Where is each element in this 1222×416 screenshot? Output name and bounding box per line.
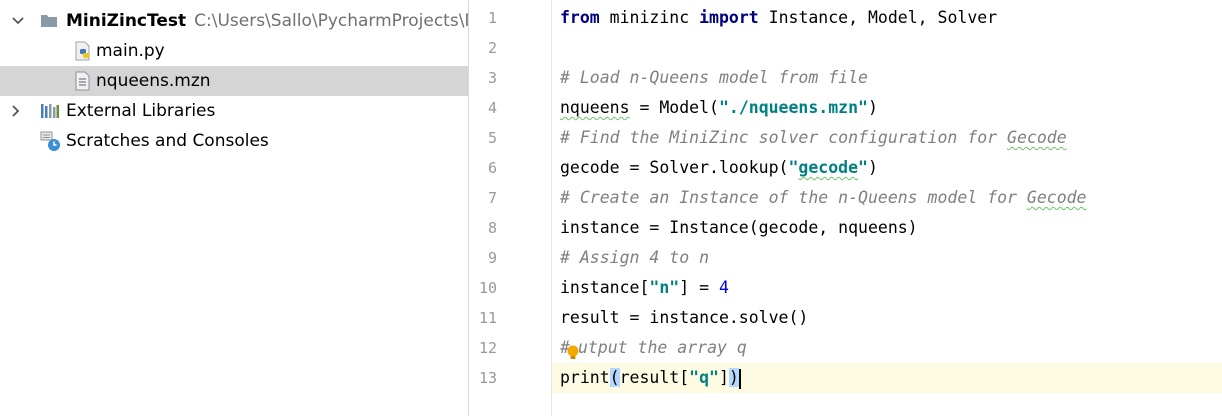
line-number: 10 — [478, 279, 497, 297]
python-file-icon — [74, 41, 92, 61]
line-number: 2 — [487, 39, 497, 57]
project-name: MiniZincTest — [66, 11, 187, 31]
code-token: " — [858, 158, 868, 177]
code-line[interactable]: instance["n"] = 4 — [560, 273, 1222, 303]
code-token: from — [560, 8, 600, 27]
code-editor[interactable]: 1 2 3 4 5 6 7 8 9 10 11 12 13 from minizinc import I… — [469, 0, 1222, 416]
line-number: 9 — [487, 249, 497, 267]
code-token: "n" — [649, 278, 680, 297]
code-line[interactable]: instance = Instance(gecode, nqueens) — [560, 213, 1222, 243]
tree-item-external-libraries[interactable]: External Libraries — [0, 96, 468, 126]
code-token: Instance, Model, Solver — [758, 8, 998, 27]
code-line[interactable]: # Load n-Queens model from file — [560, 63, 1222, 93]
line-number: 12 — [478, 339, 497, 357]
code-token: gecode — [798, 158, 859, 177]
code-token: import — [699, 8, 759, 27]
code-token: Gecode — [1007, 128, 1067, 147]
tree-item-label: Scratches and Consoles — [66, 131, 269, 151]
code-area[interactable]: from minizinc import Instance, Model, So… — [552, 0, 1222, 416]
line-number: 11 — [478, 309, 497, 327]
code-line[interactable]: # Assign 4 to n — [560, 243, 1222, 273]
tree-row-project-root[interactable]: MiniZincTest C:\Users\Sallo\PycharmProjec… — [0, 6, 468, 36]
line-number: 13 — [478, 369, 497, 387]
code-token: = Model( — [629, 98, 719, 117]
folder-icon — [40, 12, 58, 30]
library-icon — [40, 102, 59, 120]
code-line[interactable]: result = instance.solve() — [560, 303, 1222, 333]
tree-item-scratches-and-consoles[interactable]: Scratches and Consoles — [0, 126, 468, 156]
code-token: " — [788, 158, 799, 177]
code-line[interactable]: print(result["q"]) — [560, 363, 1222, 393]
project-root-label: MiniZincTest C:\Users\Sallo\PycharmProjec… — [66, 11, 469, 31]
code-token: # Find the MiniZinc solver configuration… — [560, 128, 1008, 147]
line-number: 5 — [487, 129, 497, 147]
text-file-icon — [74, 71, 92, 91]
code-token: ( — [609, 368, 620, 387]
line-number-gutter: 1 2 3 4 5 6 7 8 9 10 11 12 13 — [469, 0, 552, 416]
tree-item-nqueens-mzn[interactable]: nqueens.mzn — [0, 66, 468, 96]
tree-item-label: nqueens.mzn — [96, 71, 211, 91]
code-token: instance[ — [560, 278, 650, 297]
code-token: ] = — [679, 278, 719, 297]
text-caret — [738, 368, 741, 389]
project-path: C:\Users\Sallo\PycharmProjects\Mini — [194, 11, 469, 31]
project-tree-panel: MiniZincTest C:\Users\Sallo\PycharmProjec… — [0, 0, 469, 416]
code-token: # Assign 4 to n — [560, 248, 710, 267]
code-token: # Load n-Queens model from file — [560, 68, 868, 87]
line-number: 8 — [487, 219, 497, 237]
code-token: result[ — [619, 368, 690, 387]
code-token: Gecode — [1026, 188, 1087, 207]
code-token: "q" — [689, 368, 719, 387]
code-line[interactable]: # Find the MiniZinc solver configuration… — [560, 123, 1222, 153]
code-token: instance = Instance(gecode, nqueens) — [560, 218, 918, 237]
code-token: ] — [718, 368, 729, 387]
tree-item-label: main.py — [96, 41, 165, 61]
code-line[interactable] — [560, 33, 1222, 63]
code-token: result = instance.solve() — [560, 308, 809, 327]
code-token: # Create an Instance of the n-Queens mod… — [560, 188, 1027, 207]
code-token: nqueens — [560, 98, 630, 117]
code-token: gecode = Solver.lookup( — [560, 158, 789, 177]
code-line[interactable]: gecode = Solver.lookup("gecode") — [560, 153, 1222, 183]
tree-item-main-py[interactable]: main.py — [0, 36, 468, 66]
code-line[interactable]: # Create an Instance of the n-Queens mod… — [560, 183, 1222, 213]
chevron-down-icon[interactable] — [10, 13, 26, 29]
code-token: ) — [867, 158, 878, 177]
code-token: minizinc — [599, 8, 700, 27]
code-token: "./nqueens.mzn" — [718, 98, 868, 117]
code-token: ) — [867, 98, 878, 117]
code-line[interactable]: nqueens = Model("./nqueens.mzn") — [560, 93, 1222, 123]
code-line[interactable]: # utput the array q — [560, 333, 1222, 363]
line-number: 1 — [487, 9, 497, 27]
code-token: 4 — [718, 278, 729, 297]
code-token: ) — [728, 368, 739, 387]
tree-item-label: External Libraries — [66, 101, 216, 121]
scratches-icon — [40, 131, 60, 151]
line-number: 3 — [487, 69, 497, 87]
code-token: print — [560, 368, 610, 387]
code-token: utput the array q — [577, 338, 747, 357]
line-number: 7 — [487, 189, 497, 207]
code-line[interactable]: from minizinc import Instance, Model, So… — [560, 3, 1222, 33]
chevron-right-icon[interactable] — [8, 103, 24, 119]
line-number: 6 — [487, 159, 497, 177]
line-number: 4 — [487, 99, 497, 117]
lightbulb-icon[interactable] — [566, 341, 580, 359]
